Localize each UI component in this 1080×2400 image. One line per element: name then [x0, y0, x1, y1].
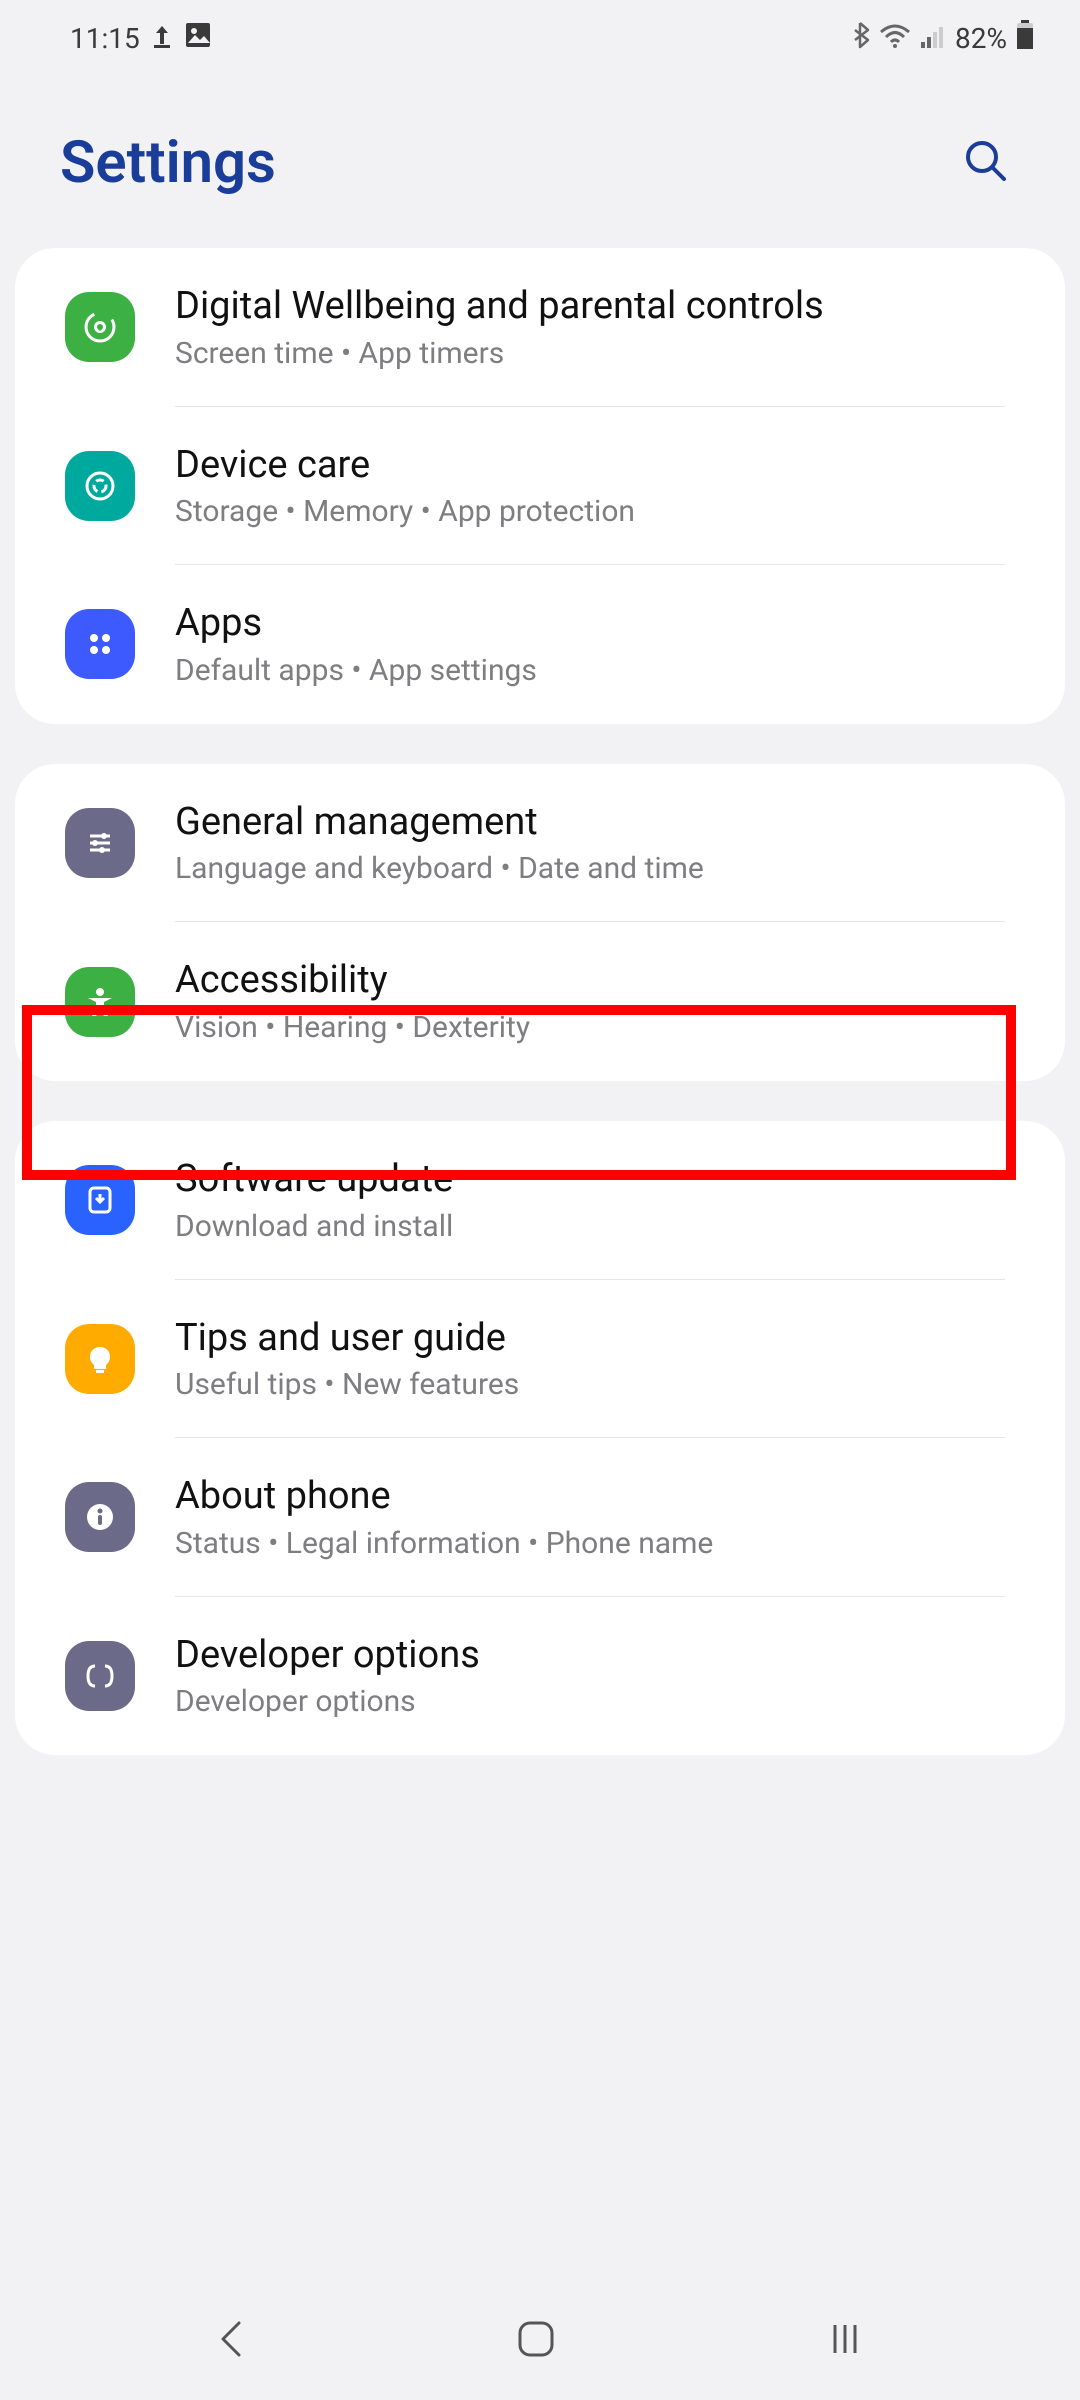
- upload-icon: [150, 22, 174, 55]
- row-title: General management: [175, 800, 1015, 846]
- status-bar: 11:15: [0, 0, 1080, 67]
- picture-icon: [184, 21, 212, 56]
- bluetooth-icon: [849, 21, 871, 56]
- status-left: 11:15: [70, 21, 212, 56]
- header: Settings: [0, 67, 1080, 238]
- row-content: Tips and user guide Useful tips • New fe…: [175, 1316, 1015, 1403]
- settings-row-developer-options[interactable]: Developer options Developer options: [15, 1597, 1065, 1756]
- row-subtitle: Developer options: [175, 1684, 1015, 1719]
- row-title: Digital Wellbeing and parental controls: [175, 284, 1015, 330]
- row-content: Device care Storage • Memory • App prote…: [175, 443, 1015, 530]
- nav-home-button[interactable]: [454, 2297, 618, 2384]
- settings-row-digital-wellbeing[interactable]: Digital Wellbeing and parental controls …: [15, 248, 1065, 407]
- status-time: 11:15: [70, 22, 140, 55]
- row-content: Accessibility Vision • Hearing • Dexteri…: [175, 958, 1015, 1045]
- about-icon: [65, 1482, 135, 1552]
- row-content: Apps Default apps • App settings: [175, 601, 1015, 688]
- wifi-icon: [879, 22, 911, 55]
- accessibility-icon: [65, 967, 135, 1037]
- row-title: Apps: [175, 601, 1015, 647]
- home-icon: [514, 2349, 558, 2364]
- row-subtitle: Status • Legal information • Phone name: [175, 1526, 1015, 1561]
- battery-icon: [1015, 20, 1035, 57]
- navigation-bar: [0, 2280, 1080, 2400]
- row-subtitle: Screen time • App timers: [175, 336, 1015, 371]
- row-subtitle: Download and install: [175, 1209, 1015, 1244]
- settings-row-tips[interactable]: Tips and user guide Useful tips • New fe…: [15, 1280, 1065, 1439]
- row-content: Digital Wellbeing and parental controls …: [175, 284, 1015, 371]
- search-icon: [962, 173, 1010, 188]
- settings-row-general-management[interactable]: General management Language and keyboard…: [15, 764, 1065, 923]
- row-content: Software update Download and install: [175, 1157, 1015, 1244]
- nav-recents-button[interactable]: [763, 2297, 927, 2384]
- settings-group: Software update Download and install Tip…: [15, 1121, 1065, 1755]
- wellbeing-icon: [65, 292, 135, 362]
- row-title: Developer options: [175, 1633, 1015, 1679]
- apps-icon: [65, 609, 135, 679]
- settings-group: Digital Wellbeing and parental controls …: [15, 248, 1065, 724]
- update-icon: [65, 1165, 135, 1235]
- settings-row-software-update[interactable]: Software update Download and install: [15, 1121, 1065, 1280]
- settings-row-device-care[interactable]: Device care Storage • Memory • App prote…: [15, 407, 1065, 566]
- recents-icon: [823, 2349, 867, 2364]
- chevron-left-icon: [213, 2351, 249, 2366]
- row-title: Software update: [175, 1157, 1015, 1203]
- settings-row-accessibility[interactable]: Accessibility Vision • Hearing • Dexteri…: [15, 922, 1065, 1081]
- row-title: About phone: [175, 1474, 1015, 1520]
- row-content: Developer options Developer options: [175, 1633, 1015, 1720]
- battery-percent: 82%: [955, 22, 1007, 55]
- tips-icon: [65, 1324, 135, 1394]
- device-care-icon: [65, 451, 135, 521]
- row-content: General management Language and keyboard…: [175, 800, 1015, 887]
- sliders-icon: [65, 808, 135, 878]
- row-title: Device care: [175, 443, 1015, 489]
- row-subtitle: Vision • Hearing • Dexterity: [175, 1010, 1015, 1045]
- page-title: Settings: [60, 129, 276, 197]
- status-right: 82%: [849, 20, 1035, 57]
- signal-icon: [919, 22, 947, 55]
- search-button[interactable]: [952, 127, 1020, 198]
- row-content: About phone Status • Legal information •…: [175, 1474, 1015, 1561]
- nav-back-button[interactable]: [153, 2295, 309, 2386]
- row-title: Tips and user guide: [175, 1316, 1015, 1362]
- row-subtitle: Storage • Memory • App protection: [175, 494, 1015, 529]
- row-subtitle: Language and keyboard • Date and time: [175, 851, 1015, 886]
- settings-row-apps[interactable]: Apps Default apps • App settings: [15, 565, 1065, 724]
- settings-row-about-phone[interactable]: About phone Status • Legal information •…: [15, 1438, 1065, 1597]
- row-subtitle: Default apps • App settings: [175, 653, 1015, 688]
- row-subtitle: Useful tips • New features: [175, 1367, 1015, 1402]
- developer-icon: [65, 1641, 135, 1711]
- settings-group: General management Language and keyboard…: [15, 764, 1065, 1081]
- row-title: Accessibility: [175, 958, 1015, 1004]
